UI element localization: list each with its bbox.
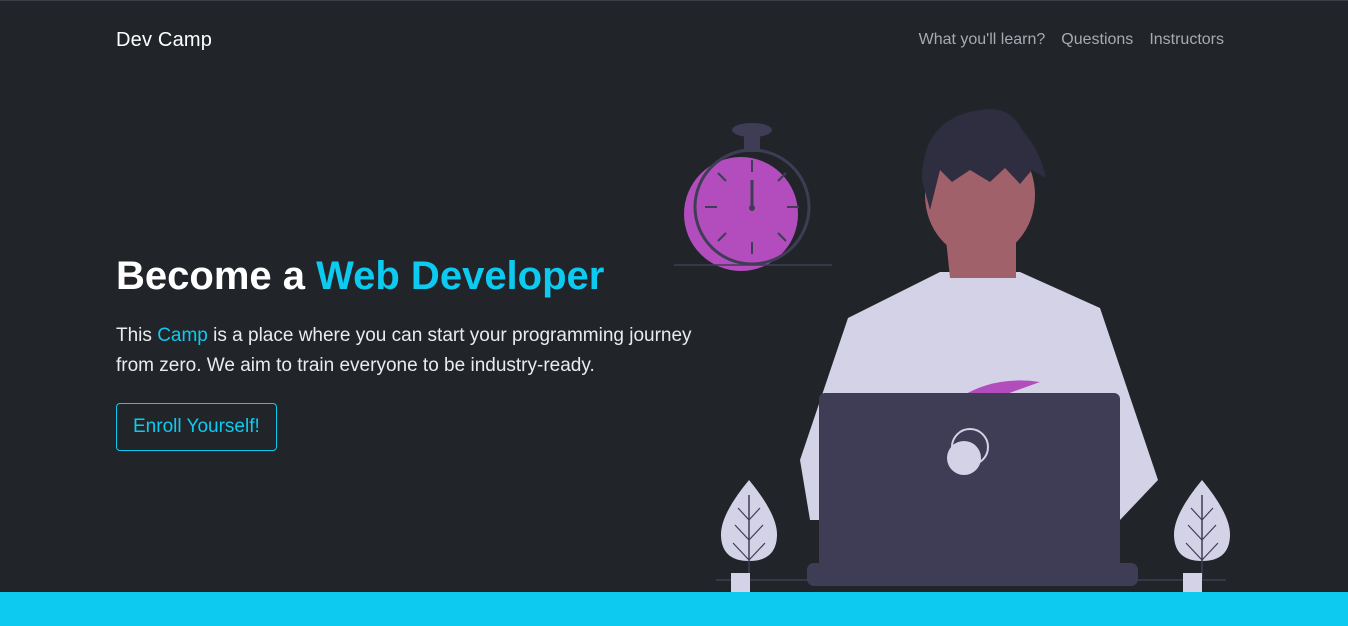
nav-link-learn[interactable]: What you'll learn? — [919, 31, 1046, 49]
enroll-button[interactable]: Enroll Yourself! — [116, 403, 277, 451]
plant-icon — [1173, 480, 1231, 592]
nav-links: What you'll learn? Questions Instructors — [919, 31, 1224, 49]
navbar: Dev Camp What you'll learn? Questions In… — [116, 26, 1224, 54]
laptop-icon — [807, 393, 1138, 586]
stopwatch-icon — [674, 123, 832, 271]
brand-logo[interactable]: Dev Camp — [116, 29, 212, 52]
developer-illustration — [674, 109, 1231, 592]
hero-title-accent: Web Developer — [316, 254, 605, 298]
hero-title: Become a Web Developer — [116, 252, 696, 300]
plant-icon — [720, 480, 778, 592]
nav-link-instructors[interactable]: Instructors — [1149, 31, 1224, 49]
next-section-band — [0, 592, 1348, 626]
nav-link-questions[interactable]: Questions — [1061, 31, 1133, 49]
hero-title-prefix: Become a — [116, 254, 317, 298]
top-border — [0, 0, 1348, 1]
hero-lead-accent: Camp — [157, 325, 208, 346]
hero-section: Become a Web Developer This Camp is a pl… — [116, 252, 696, 451]
hero-lead: This Camp is a place where you can start… — [116, 321, 696, 381]
hero-lead-prefix: This — [116, 325, 158, 346]
